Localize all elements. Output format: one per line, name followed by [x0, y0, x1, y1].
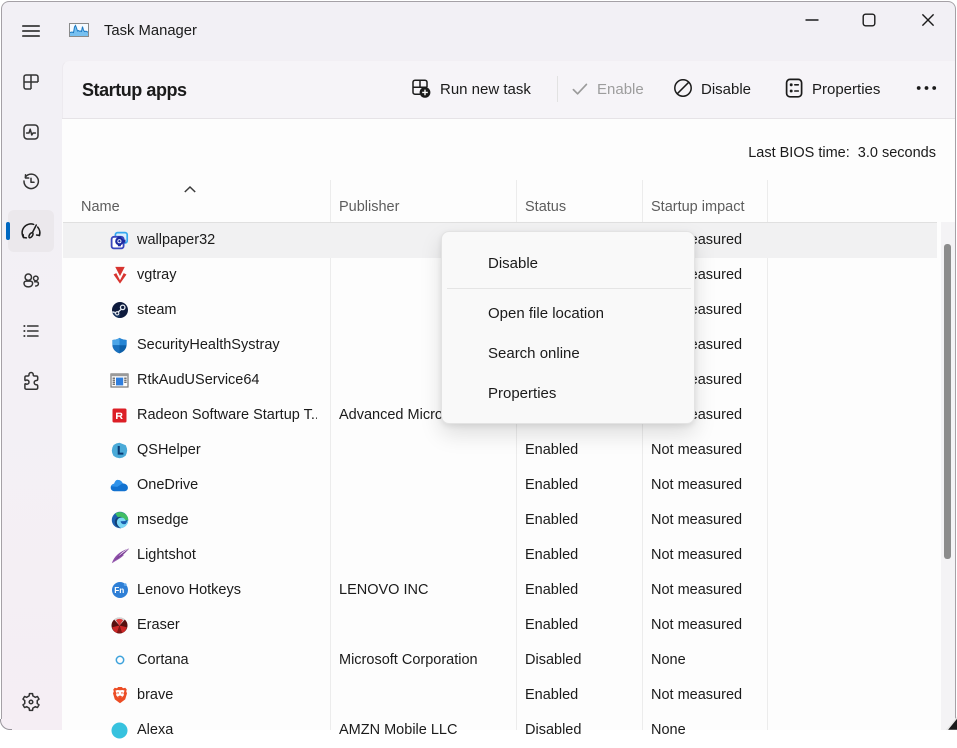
svg-text:Fn: Fn: [114, 586, 124, 595]
